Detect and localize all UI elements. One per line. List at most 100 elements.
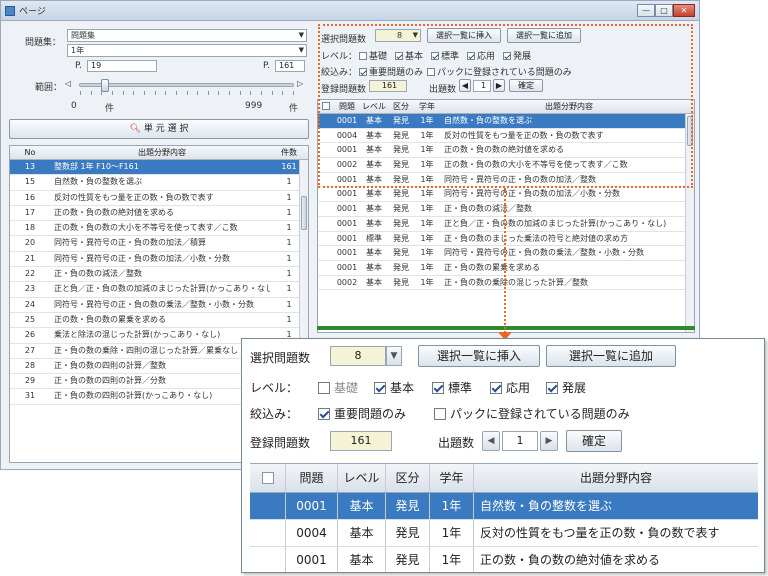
- zoom-level-extension[interactable]: 発展: [546, 379, 586, 396]
- table-row[interactable]: 22 正・負の数の減法／整数 1: [10, 267, 308, 283]
- range-slider[interactable]: [79, 79, 294, 95]
- checkbox-checked-icon[interactable]: [432, 382, 444, 394]
- row-checkbox[interactable]: [318, 276, 334, 290]
- column-no[interactable]: No: [10, 146, 50, 159]
- cell-content: 正・負の数の減法／整数: [54, 269, 142, 279]
- zoom-column-grade[interactable]: 学年: [430, 464, 474, 492]
- zoom-insert-to-list-button[interactable]: 選択一覧に挿入: [418, 345, 540, 367]
- zoom-confirm-button[interactable]: 確定: [566, 430, 622, 452]
- range-label: 範囲：: [35, 83, 63, 93]
- cell-content: 正・負の数の四則の計算／分数: [54, 376, 166, 386]
- table-row[interactable]: 0001 基本 発見 1年 自然数・負の整数を選ぶ: [250, 493, 758, 520]
- table-row[interactable]: 16 反対の性質をもつ量を正の数・負の数で表す 1: [10, 191, 308, 206]
- table-row[interactable]: 21 同符号・異符号の正・負の数の加法／小数・分数 1: [10, 252, 308, 268]
- row-checkbox[interactable]: [318, 246, 334, 260]
- row-checkbox[interactable]: [318, 187, 334, 201]
- zoom-registered-count-label: 登録問題数: [250, 436, 311, 450]
- row-checkbox[interactable]: [250, 520, 286, 546]
- zoom-panel: 選択問題数 8 ▼ 選択一覧に挿入 選択一覧に追加 レベル： 基礎 基本 標準 …: [241, 338, 765, 573]
- chevron-down-icon[interactable]: ▼: [386, 346, 402, 366]
- chevron-down-icon: ▼: [298, 31, 304, 39]
- checkbox-checked-icon[interactable]: [546, 382, 558, 394]
- row-checkbox[interactable]: [318, 232, 334, 246]
- checkbox-icon[interactable]: [318, 382, 330, 394]
- zoom-column-level[interactable]: レベル: [338, 464, 386, 492]
- slider-min-unit: 件: [105, 104, 115, 114]
- zoom-filter-important[interactable]: 重要問題のみ: [318, 405, 406, 422]
- zoom-level-advanced[interactable]: 応用: [490, 379, 530, 396]
- row-checkbox[interactable]: [318, 217, 334, 231]
- cell-content: 正と負／正・負の数の加減のまじった計算(かっこあり・なし): [444, 218, 667, 228]
- slider-left-icon[interactable]: ◁: [65, 79, 71, 88]
- zoom-question-count-input[interactable]: 1: [502, 431, 538, 451]
- table-row[interactable]: 0002 基本 発見 1年 正・負の数の乗除の混じった計算／整数: [318, 276, 694, 291]
- from-page-input[interactable]: 19: [87, 60, 157, 72]
- cell-question: 0001: [336, 248, 358, 258]
- cell-grade: 1年: [420, 189, 434, 199]
- zoom-count-increase-button[interactable]: ▶: [540, 431, 558, 451]
- slider-tick: [175, 91, 177, 95]
- zoom-level-foundation[interactable]: 基礎: [318, 379, 358, 396]
- row-checkbox[interactable]: [250, 493, 286, 519]
- table-row[interactable]: 0001 標準 発見 1年 正・負の数のまじった乗法の符号と絶対値の求め方: [318, 232, 694, 247]
- cell-no: 17: [24, 207, 36, 217]
- checkbox-checked-icon[interactable]: [490, 382, 502, 394]
- table-row[interactable]: 25 正の数・負の数の累乗を求める 1: [10, 313, 308, 329]
- table-row[interactable]: 0001 基本 発見 1年 同符号・異符号の正・負の数の加法／小数・分数: [318, 187, 694, 203]
- table-row[interactable]: 15 自然数・負の整数を選ぶ 1: [10, 175, 308, 191]
- minimize-button[interactable]: —: [637, 4, 655, 17]
- zoom-column-kind[interactable]: 区分: [386, 464, 430, 492]
- table-row[interactable]: 0001 基本 発見 1年 正・負の数の減法／整数: [318, 202, 694, 217]
- table-row[interactable]: 0001 基本 発見 1年 正・負の数の累乗を求める: [318, 261, 694, 276]
- slider-right-icon[interactable]: ▷: [297, 79, 303, 88]
- checkbox-checked-icon[interactable]: [374, 382, 386, 394]
- zoom-level-standard[interactable]: 標準: [432, 379, 472, 396]
- table-row[interactable]: 18 正の数・負の数の大小を不等号を使って表す／こ数 1: [10, 221, 308, 237]
- book-combo[interactable]: 問題集 ▼: [67, 29, 307, 42]
- zoom-column-question[interactable]: 問題: [286, 464, 338, 492]
- table-row[interactable]: 13 整数部 1年 F10〜F161 161: [10, 160, 308, 176]
- zoom-count-decrease-button[interactable]: ◀: [482, 431, 500, 451]
- cell-no: 20: [24, 238, 36, 248]
- cell-no: 13: [24, 162, 36, 171]
- close-button[interactable]: ✕: [673, 4, 695, 17]
- column-content[interactable]: 出題分野内容: [50, 146, 270, 159]
- zoom-append-to-list-button[interactable]: 選択一覧に追加: [546, 345, 676, 367]
- table-row[interactable]: 0004 基本 発見 1年 反対の性質をもつ量を正の数・負の数で表す: [250, 520, 758, 547]
- cell-level: 基本: [338, 547, 386, 572]
- checkbox-icon[interactable]: [434, 408, 446, 420]
- table-row[interactable]: 0001 基本 発見 1年 正と負／正・負の数の加減のまじった計算(かっこあり・なし): [318, 217, 694, 232]
- scroll-thumb[interactable]: [301, 196, 307, 230]
- row-checkbox[interactable]: [318, 202, 334, 216]
- checkbox-checked-icon[interactable]: [318, 408, 330, 420]
- zoom-level-basic[interactable]: 基本: [374, 379, 414, 396]
- zoom-select-count-combo[interactable]: 8: [330, 346, 386, 366]
- maximize-button[interactable]: □: [655, 4, 673, 17]
- zoom-filter-pack[interactable]: パックに登録されている問題のみ: [434, 405, 630, 422]
- cell-no: 31: [24, 391, 36, 401]
- cell-question: 0001: [336, 262, 358, 272]
- cell-content: 正・負の数の四則の計算／整数: [54, 360, 166, 370]
- zoom-select-all-checkbox[interactable]: [250, 464, 286, 492]
- table-row[interactable]: 17 正の数・負の数の絶対値を求める 1: [10, 206, 308, 222]
- cell-content: 乗法と除法の混じった計算(かっこあり・なし): [54, 330, 221, 340]
- cell-grade: 1年: [420, 204, 434, 214]
- row-checkbox[interactable]: [318, 261, 334, 275]
- table-row[interactable]: 0001 基本 発見 1年 同符号・異符号の正・負の数の乗法／整数・小数・分数: [318, 246, 694, 261]
- cell-no: 24: [24, 299, 36, 309]
- unit-select-button[interactable]: 🔍︎ 単 元 選 択: [9, 119, 309, 139]
- zoom-registered-count-value: 161: [330, 431, 392, 451]
- zoom-column-content[interactable]: 出題分野内容: [474, 464, 758, 492]
- table-row[interactable]: 0001 基本 発見 1年 正の数・負の数の絶対値を求める: [250, 547, 758, 572]
- slider-tick: [165, 91, 167, 95]
- table-row[interactable]: 20 同符号・異符号の正・負の数の加法／積算 1: [10, 236, 308, 252]
- table-row[interactable]: 23 正と負／正・負の数の加減のまじった計算(かっこあり・なし) 1: [10, 282, 308, 298]
- column-count[interactable]: 件数: [270, 146, 308, 159]
- cell-level: 標準: [366, 233, 382, 243]
- table-row[interactable]: 24 同符号・異符号の正・負の数の乗法／整数・小数・分数 1: [10, 298, 308, 313]
- to-page-input[interactable]: 161: [275, 60, 305, 72]
- grade-combo[interactable]: 1年 ▼: [67, 44, 307, 57]
- cell-kind: 発見: [393, 204, 409, 214]
- slider-tick: [207, 91, 209, 95]
- row-checkbox[interactable]: [250, 547, 286, 572]
